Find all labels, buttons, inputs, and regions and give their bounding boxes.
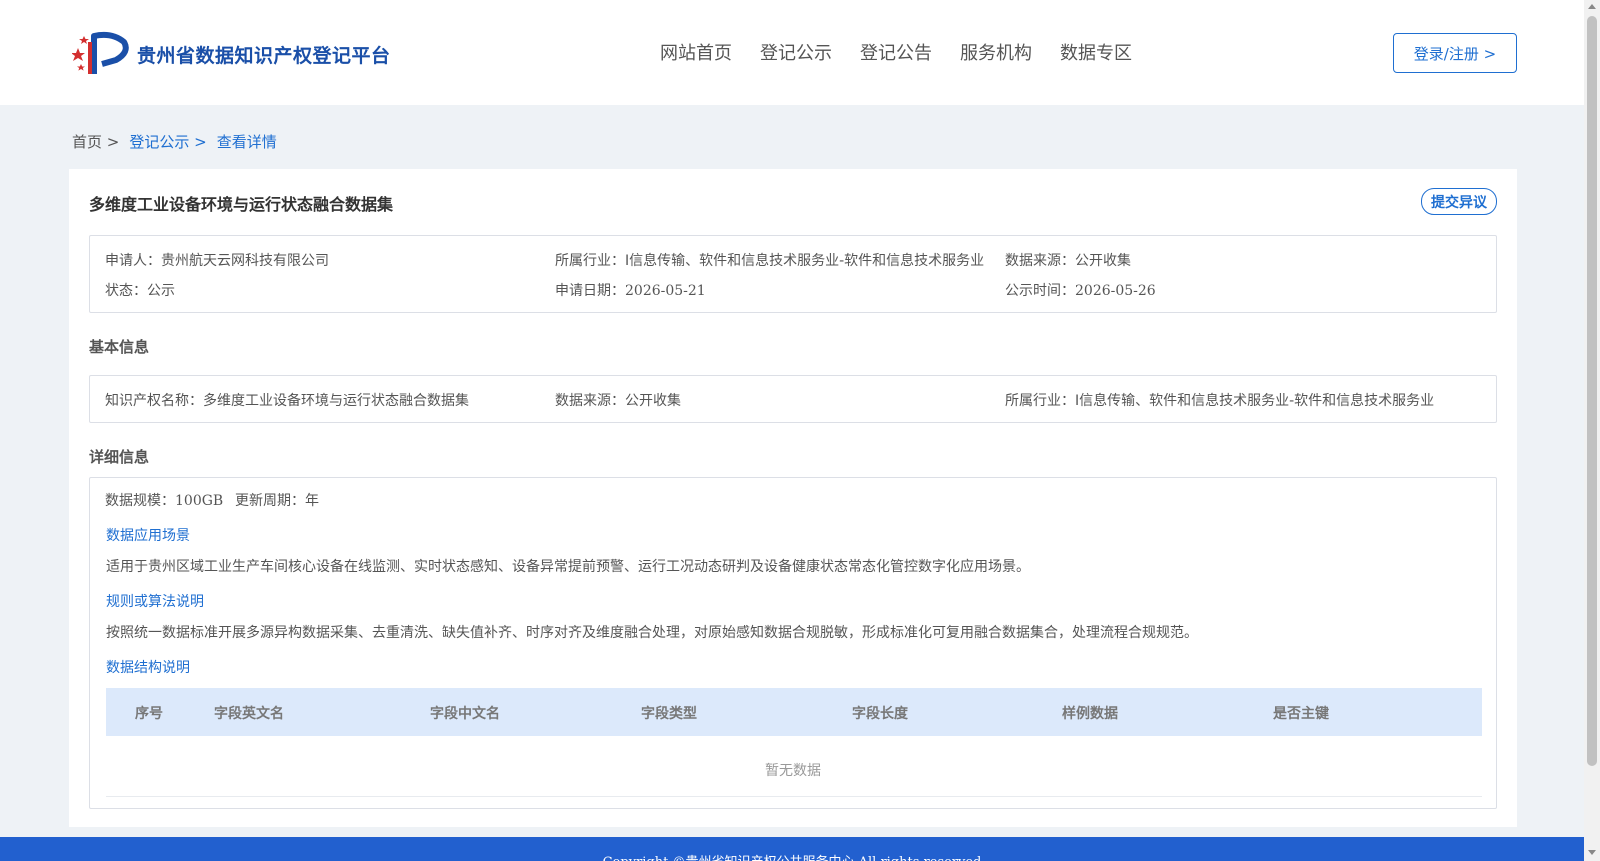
basic-industry-value: I信息传输、软件和信息技术服务业-软件和信息技术服务业 (1075, 393, 1435, 409)
algorithm-text: 按照统一数据标准开展多源异构数据采集、去重清洗、缺失值补齐、时序对齐及维度融合处… (106, 625, 1198, 641)
login-register-button[interactable]: 登录/注册 > (1393, 33, 1517, 73)
basic-source-value: 公开收集 (625, 393, 681, 409)
industry-field: 所属行业：I信息传输、软件和信息技术服务业-软件和信息技术服务业 (555, 250, 984, 270)
column-header-sample-data: 样例数据 (1062, 706, 1118, 722)
basic-industry-field: 所属行业：I信息传输、软件和信息技术服务业-软件和信息技术服务业 (1005, 390, 1434, 410)
column-header-chinese-name: 字段中文名 (430, 706, 500, 722)
scroll-down-arrow-icon[interactable] (1588, 850, 1596, 855)
publicity-date-value: 2026-05-26 (1075, 283, 1156, 299)
ip-name-label: 知识产权名称： (105, 393, 203, 409)
basic-info-heading: 基本信息 (89, 338, 150, 356)
apply-date-label: 申请日期： (555, 283, 625, 299)
site-header: 贵州省数据知识产权登记平台 网站首页 登记公示 登记公告 服务机构 数据专区 登… (0, 0, 1584, 105)
column-header-field-length: 字段长度 (852, 706, 908, 722)
main-nav: 网站首页 登记公示 登记公告 服务机构 数据专区 (660, 39, 1160, 65)
breadcrumb-parent[interactable]: 登记公示 > (129, 131, 206, 152)
breadcrumb-current: 查看详情 (216, 133, 277, 151)
data-scale-value: 100GB (175, 493, 224, 509)
scrollbar-thumb[interactable] (1587, 16, 1597, 766)
logo-icon[interactable] (72, 28, 132, 78)
site-title[interactable]: 贵州省数据知识产权登记平台 (137, 41, 391, 68)
table-empty-message: 暂无数据 (765, 763, 821, 779)
breadcrumb: 首页 > 登记公示 > 查看详情 (72, 131, 287, 152)
detailed-info-heading: 详细信息 (89, 448, 150, 466)
status-value: 公示 (147, 283, 175, 299)
update-cycle-label: 更新周期： (235, 493, 305, 509)
page-scrollbar[interactable] (1584, 0, 1600, 861)
nav-item-registration-announcement[interactable]: 登记公告 (860, 39, 932, 65)
detailed-info-box: 数据规模：100GB 更新周期：年 数据应用场景 适用于贵州区域工业生产车间核心… (89, 477, 1497, 809)
table-bottom-divider (106, 796, 1482, 797)
publicity-date-field: 公示时间：2026-05-26 (1005, 280, 1156, 300)
data-scale-label: 数据规模： (105, 493, 175, 509)
industry-label: 所属行业： (555, 253, 625, 269)
basic-source-label: 数据来源： (555, 393, 625, 409)
applicant-label: 申请人： (105, 253, 161, 269)
detail-card: 多维度工业设备环境与运行状态融合数据集 提交异议 申请人：贵州航天云网科技有限公… (69, 169, 1517, 827)
industry-value: I信息传输、软件和信息技术服务业-软件和信息技术服务业 (625, 253, 985, 269)
nav-item-service-agencies[interactable]: 服务机构 (960, 39, 1032, 65)
structure-heading: 数据结构说明 (106, 660, 190, 676)
page-title: 多维度工业设备环境与运行状态融合数据集 (89, 195, 394, 214)
apply-date-field: 申请日期：2026-05-21 (555, 280, 706, 300)
applicant-field: 申请人：贵州航天云网科技有限公司 (105, 250, 329, 270)
apply-date-value: 2026-05-21 (625, 283, 706, 299)
scenario-heading: 数据应用场景 (106, 528, 190, 544)
source-field: 数据来源：公开收集 (1005, 250, 1131, 270)
breadcrumb-home[interactable]: 首页 > (72, 131, 119, 152)
ip-name-field: 知识产权名称：多维度工业设备环境与运行状态融合数据集 (105, 390, 469, 410)
ip-name-value: 多维度工业设备环境与运行状态融合数据集 (203, 393, 469, 409)
site-footer: Copyright ©贵州省知识产权公共服务中心 All rights rese… (0, 837, 1584, 861)
data-scale-field: 数据规模：100GB (105, 490, 223, 510)
update-cycle-value: 年 (305, 493, 319, 509)
summary-box: 申请人：贵州航天云网科技有限公司 所属行业：I信息传输、软件和信息技术服务业-软… (89, 235, 1497, 313)
nav-item-data-zone[interactable]: 数据专区 (1060, 39, 1132, 65)
nav-item-registration-publicity[interactable]: 登记公示 (760, 39, 832, 65)
source-label: 数据来源： (1005, 253, 1075, 269)
scenario-text: 适用于贵州区域工业生产车间核心设备在线监测、实时状态感知、设备异常提前预警、运行… (106, 559, 1030, 575)
scroll-up-arrow-icon[interactable] (1588, 4, 1596, 9)
column-header-index: 序号 (135, 706, 163, 722)
algorithm-heading: 规则或算法说明 (106, 594, 204, 610)
submit-objection-button[interactable]: 提交异议 (1421, 188, 1497, 215)
nav-item-home[interactable]: 网站首页 (660, 39, 732, 65)
structure-table-header: 序号 字段英文名 字段中文名 字段类型 字段长度 样例数据 是否主键 (106, 688, 1482, 736)
status-label: 状态： (105, 283, 147, 299)
copyright-text: Copyright ©贵州省知识产权公共服务中心 All rights rese… (0, 851, 1584, 861)
update-cycle-field: 更新周期：年 (235, 490, 319, 510)
basic-industry-label: 所属行业： (1005, 393, 1075, 409)
column-header-english-name: 字段英文名 (214, 706, 284, 722)
status-field: 状态：公示 (105, 280, 175, 300)
basic-source-field: 数据来源：公开收集 (555, 390, 681, 410)
basic-info-box: 知识产权名称：多维度工业设备环境与运行状态融合数据集 数据来源：公开收集 所属行… (89, 375, 1497, 423)
applicant-value: 贵州航天云网科技有限公司 (161, 253, 329, 269)
column-header-field-type: 字段类型 (641, 706, 697, 722)
source-value: 公开收集 (1075, 253, 1131, 269)
publicity-date-label: 公示时间： (1005, 283, 1075, 299)
column-header-primary-key: 是否主键 (1273, 706, 1329, 722)
